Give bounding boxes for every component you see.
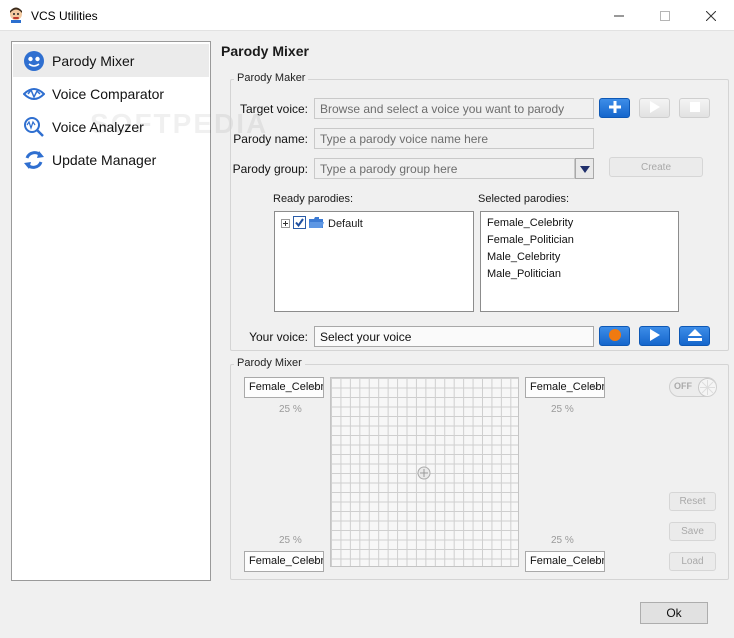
your-voice-label: Your voice: — [249, 330, 308, 344]
mixer-cursor-icon[interactable] — [417, 466, 431, 483]
chevron-down-icon: ⌵ — [591, 555, 599, 566]
eject-voice-button[interactable] — [679, 326, 710, 346]
target-voice-field[interactable]: Browse and select a voice you want to pa… — [314, 98, 594, 119]
parody-group-dropdown-button[interactable] — [575, 158, 594, 179]
eject-icon — [687, 328, 702, 344]
chevron-down-icon: ⌵ — [310, 381, 318, 392]
parody-group-label: Parody group: — [232, 162, 308, 176]
sidebar-item-label: Parody Mixer — [52, 52, 135, 69]
parody-name-input[interactable]: Type a parody voice name here — [314, 128, 594, 149]
voice-analyzer-icon — [22, 115, 46, 139]
play-voice-button[interactable] — [639, 326, 670, 346]
expand-icon[interactable] — [281, 217, 290, 231]
sidebar-item-voice-comparator[interactable]: Voice Comparator — [13, 77, 209, 110]
play-target-voice-button[interactable] — [639, 98, 670, 118]
your-voice-select[interactable]: Select your voice — [314, 326, 594, 347]
parody-mixer-icon — [22, 49, 46, 73]
update-manager-icon — [22, 148, 46, 172]
reset-button[interactable]: Reset — [669, 492, 716, 511]
load-button[interactable]: Load — [669, 552, 716, 571]
target-voice-label: Target voice: — [239, 102, 308, 116]
create-button[interactable]: Create — [609, 157, 703, 177]
page-title: Parody Mixer — [221, 43, 309, 59]
stop-target-voice-button[interactable] — [679, 98, 710, 118]
selected-parodies-label: Selected parodies: — [478, 193, 570, 205]
top-left-percent: 25 % — [279, 404, 302, 415]
mixer-bottom-right-select[interactable]: Female_Celebrity ⌵ — [525, 551, 605, 572]
ok-button[interactable]: Ok — [640, 602, 708, 624]
bottom-left-percent: 25 % — [279, 535, 302, 546]
mixer-bottom-left-select[interactable]: Female_Celebrity ⌵ — [244, 551, 324, 572]
mixer-toggle[interactable]: OFF — [669, 377, 717, 397]
mixer-top-left-select[interactable]: Female_Celebrity ⌵ — [244, 377, 324, 398]
plus-icon — [608, 100, 621, 116]
list-item[interactable]: Male_Politician — [487, 268, 561, 280]
toggle-label: OFF — [674, 381, 692, 391]
sidebar-item-label: Update Manager — [52, 151, 157, 168]
chevron-down-icon — [579, 162, 590, 176]
list-item[interactable]: Female_Politician — [487, 234, 574, 246]
mixer-top-right-select[interactable]: Female_Celebrity ⌵ — [525, 377, 605, 398]
voice-comparator-icon — [22, 82, 46, 106]
chevron-down-icon: ⌵ — [310, 555, 318, 566]
folder-icon — [309, 216, 324, 232]
play-icon — [649, 100, 660, 116]
selected-parodies-list[interactable]: Female_Celebrity Female_Politician Male_… — [480, 211, 679, 312]
checkbox-checked-icon[interactable] — [293, 216, 306, 232]
tree-node-default[interactable]: Default — [281, 216, 363, 232]
sidebar-item-parody-mixer[interactable]: Parody Mixer — [13, 44, 209, 77]
top-right-percent: 25 % — [551, 404, 574, 415]
parody-maker-group-label: Parody Maker — [234, 72, 309, 84]
list-item[interactable]: Male_Celebrity — [487, 251, 560, 263]
toggle-knob-icon — [698, 378, 716, 396]
record-voice-button[interactable] — [599, 326, 630, 346]
play-icon — [649, 328, 660, 344]
list-item[interactable]: Female_Celebrity — [487, 217, 573, 229]
ready-parodies-label: Ready parodies: — [273, 193, 354, 205]
title-bar: VCS Utilities — [0, 0, 734, 31]
minimize-button[interactable] — [596, 0, 642, 31]
parody-mixer-group-label: Parody Mixer — [234, 357, 305, 369]
save-button[interactable]: Save — [669, 522, 716, 541]
parody-group-input[interactable]: Type a parody group here — [314, 158, 575, 179]
maximize-button[interactable] — [642, 0, 688, 31]
ready-parodies-tree[interactable]: Default — [274, 211, 474, 312]
window-title: VCS Utilities — [31, 9, 98, 23]
parody-name-label: Parody name: — [233, 132, 308, 146]
chevron-down-icon: ⌵ — [591, 381, 599, 392]
bottom-right-percent: 25 % — [551, 535, 574, 546]
stop-icon — [689, 101, 700, 115]
record-icon — [608, 328, 621, 344]
tree-node-label: Default — [328, 218, 363, 230]
app-logo-icon — [8, 7, 24, 23]
close-button[interactable] — [688, 0, 734, 31]
sidebar-item-label: Voice Comparator — [52, 85, 165, 102]
mixer-pad[interactable] — [330, 377, 519, 567]
add-target-voice-button[interactable] — [599, 98, 630, 118]
sidebar-item-update-manager[interactable]: Update Manager — [13, 143, 209, 176]
